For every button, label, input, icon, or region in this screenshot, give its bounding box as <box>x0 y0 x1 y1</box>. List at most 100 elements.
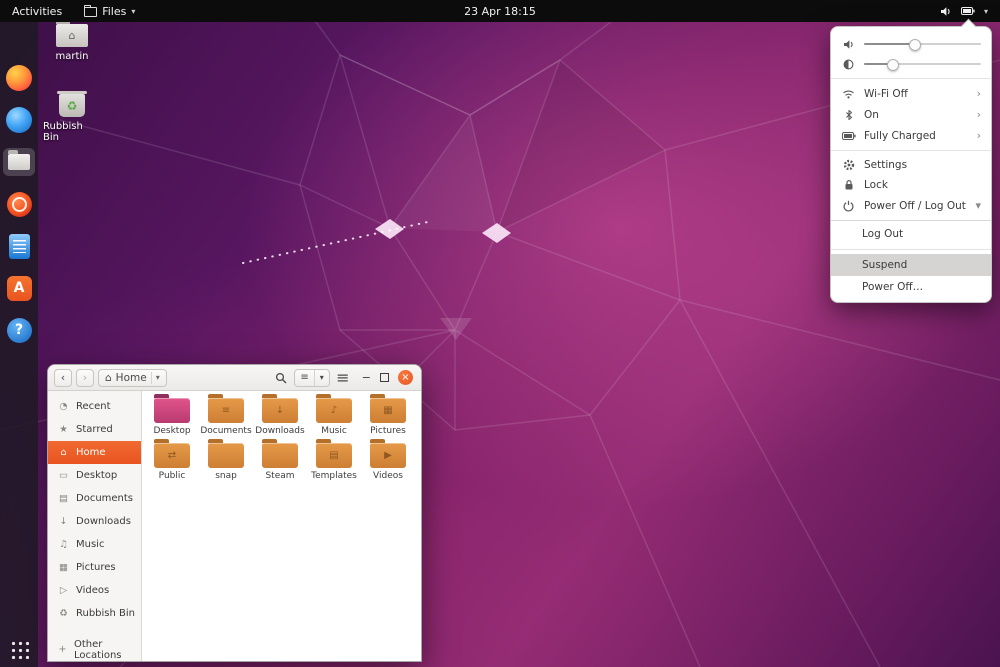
videos-folder-icon: ▶ <box>370 439 406 468</box>
folder-item-music[interactable]: ♪ Music <box>307 394 361 436</box>
location-button[interactable]: ⌂ Home ▾ <box>98 368 167 387</box>
sidebar-item-label: Downloads <box>76 516 131 527</box>
minimize-button[interactable]: − <box>362 371 371 384</box>
app-menu-button[interactable]: Files ▾ <box>74 0 145 22</box>
sidebar-item-home[interactable]: ⌂ Home <box>48 441 141 464</box>
power-off-label: Power Off… <box>862 281 924 293</box>
view-toggle-button[interactable]: ≡ ▾ <box>294 368 330 387</box>
sidebar-item-other-locations[interactable]: + Other Locations <box>48 638 141 661</box>
sidebar-item-downloads[interactable]: ↓ Downloads <box>48 510 141 533</box>
bluetooth-menu-item[interactable]: On › <box>831 104 991 125</box>
dock-item-rhythmbox[interactable] <box>3 190 35 218</box>
files-icon <box>8 150 30 170</box>
clock-button[interactable]: 23 Apr 18:15 <box>464 0 536 22</box>
chevron-right-icon: › <box>976 129 981 142</box>
folder-label: Steam <box>265 471 295 481</box>
sidebar-item-desktop[interactable]: ▭ Desktop <box>48 464 141 487</box>
suspend-menu-item[interactable]: Suspend <box>831 254 991 276</box>
dock-item-firefox[interactable] <box>3 64 35 92</box>
dock-item-thunderbird[interactable] <box>3 106 35 134</box>
folder-label: Desktop <box>153 426 191 436</box>
battery-icon <box>841 131 856 141</box>
snap-folder-icon <box>208 439 244 468</box>
dock-item-help[interactable]: ? <box>3 316 35 344</box>
star-icon: ★ <box>59 424 68 435</box>
power-label: Power Off / Log Out <box>864 199 966 212</box>
sidebar-item-music[interactable]: ♫ Music <box>48 533 141 556</box>
sidebar-item-label: Music <box>76 539 105 550</box>
lock-label: Lock <box>864 179 888 191</box>
sidebar-item-videos[interactable]: ▷ Videos <box>48 579 141 602</box>
close-button[interactable]: × <box>398 370 413 385</box>
folder-label: Downloads <box>255 426 305 436</box>
system-status-area[interactable]: ▾ <box>928 0 1000 22</box>
show-applications-button[interactable] <box>9 639 29 659</box>
desktop-icon-label: Rubbish Bin <box>43 121 83 143</box>
volume-slider[interactable] <box>864 38 981 51</box>
maximize-icon <box>380 373 389 382</box>
sidebar-item-pictures[interactable]: ▦ Pictures <box>48 556 141 579</box>
home-icon: ⌂ <box>105 371 112 384</box>
folder-item-videos[interactable]: ▶ Videos <box>361 439 415 481</box>
maximize-button[interactable] <box>380 373 389 382</box>
brightness-row <box>831 54 991 74</box>
clock-label: 23 Apr 18:15 <box>464 4 536 18</box>
desktop-icon-home[interactable]: ⌂ martin <box>43 20 101 62</box>
dock-item-files[interactable] <box>3 148 35 176</box>
brightness-slider[interactable] <box>864 58 981 71</box>
downloads-folder-icon: ↓ <box>262 394 298 423</box>
folder-item-templates[interactable]: ▤ Templates <box>307 439 361 481</box>
volume-slider-knob[interactable] <box>909 39 922 51</box>
speaker-icon <box>841 39 856 50</box>
chevron-right-icon: › <box>976 87 981 100</box>
pictures-folder-icon: ▦ <box>370 394 406 423</box>
wifi-menu-item[interactable]: Wi-Fi Off › <box>831 83 991 104</box>
log-out-menu-item[interactable]: Log Out <box>831 223 991 245</box>
sidebar-item-starred[interactable]: ★ Starred <box>48 418 141 441</box>
power-icon <box>841 200 856 212</box>
brightness-slider-knob[interactable] <box>887 59 900 71</box>
dock-item-ubuntu-software[interactable]: A <box>3 274 35 302</box>
folder-item-snap[interactable]: snap <box>199 439 253 481</box>
desktop-icon-rubbish-bin[interactable]: ♻ Rubbish Bin <box>43 91 101 143</box>
music-folder-icon: ♪ <box>316 394 352 423</box>
folder-item-pictures[interactable]: ▦ Pictures <box>361 394 415 436</box>
files-app-icon <box>84 5 98 17</box>
folder-item-steam[interactable]: Steam <box>253 439 307 481</box>
button-divider <box>150 371 152 384</box>
folder-item-documents[interactable]: ≡ Documents <box>199 394 253 436</box>
app-menu-label: Files <box>102 4 127 18</box>
activities-button[interactable]: Activities <box>0 0 74 22</box>
lock-menu-item[interactable]: Lock <box>831 175 991 195</box>
folder-label: Videos <box>373 471 403 481</box>
header-bar: ‹ › ⌂ Home ▾ ≡ ▾ ≡ − × <box>48 365 421 391</box>
sidebar-item-documents[interactable]: ▤ Documents <box>48 487 141 510</box>
folder-item-downloads[interactable]: ↓ Downloads <box>253 394 307 436</box>
desktop-folder-icon <box>154 394 190 423</box>
plus-icon: + <box>58 644 67 655</box>
menu-button[interactable]: ≡ <box>334 368 352 387</box>
dock-item-libreoffice-writer[interactable] <box>3 232 35 260</box>
sidebar-item-rubbish-bin[interactable]: ♻ Rubbish Bin <box>48 602 141 625</box>
back-button[interactable]: ‹ <box>54 368 72 387</box>
recent-icon: ◔ <box>59 401 68 412</box>
sidebar-item-label: Documents <box>76 493 134 504</box>
libreoffice-writer-icon <box>8 233 30 259</box>
sidebar-item-recent[interactable]: ◔ Recent <box>48 395 141 418</box>
folder-item-desktop[interactable]: Desktop <box>145 394 199 436</box>
forward-button[interactable]: › <box>76 368 94 387</box>
sidebar-item-label: Rubbish Bin <box>76 608 136 619</box>
sidebar-item-label: Starred <box>76 424 113 435</box>
files-window: ‹ › ⌂ Home ▾ ≡ ▾ ≡ − × ◔ Recent ★ Starre… <box>47 364 422 662</box>
pictures-icon: ▦ <box>59 562 68 573</box>
suspend-label: Suspend <box>862 259 908 271</box>
power-off-menu-item[interactable]: Power Off… <box>831 276 991 298</box>
settings-menu-item[interactable]: Settings <box>831 155 991 175</box>
battery-menu-item[interactable]: Fully Charged › <box>831 125 991 146</box>
folder-item-public[interactable]: ⇄ Public <box>145 439 199 481</box>
power-off-log-out-menu-item[interactable]: Power Off / Log Out ▾ <box>831 195 991 216</box>
home-icon: ⌂ <box>60 447 67 458</box>
search-button[interactable] <box>272 369 290 387</box>
rubbish-bin-icon: ♻ <box>59 608 68 619</box>
gear-icon <box>841 159 856 171</box>
